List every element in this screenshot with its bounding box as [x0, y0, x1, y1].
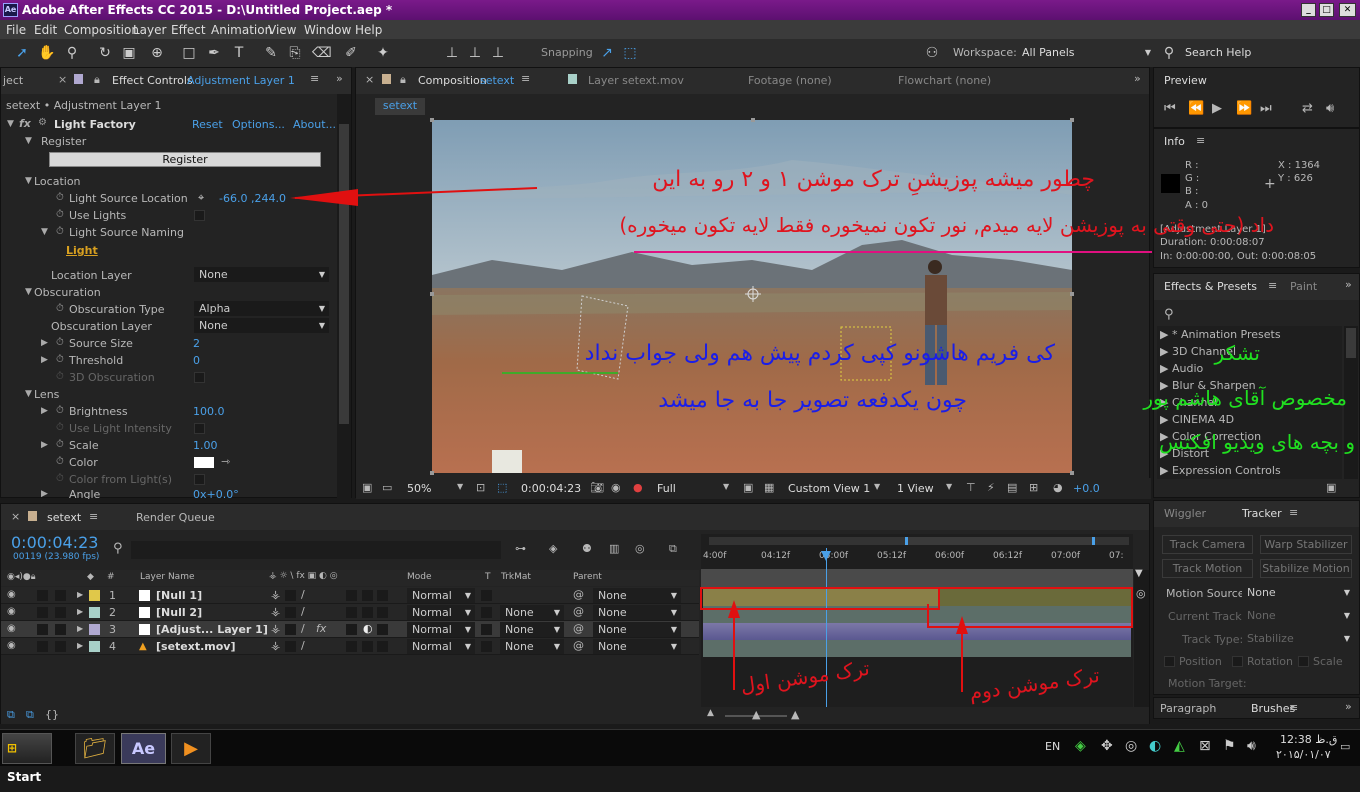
tray-icon-disc[interactable]: ◎: [1125, 738, 1137, 754]
tray-icon-flag[interactable]: ⚑: [1223, 738, 1236, 754]
annotation-question-line2: داد (حتی وقتی به پوزیشن لایه میدم, نور ت…: [619, 213, 1274, 237]
tray-icon-tools[interactable]: ✥: [1101, 738, 1113, 754]
after-effects-taskbar-icon[interactable]: Ae: [121, 733, 166, 764]
media-player-taskbar-icon[interactable]: ▶: [171, 733, 211, 764]
annotation-note-line2: چون یکدفعه تصویر جا به جا میشد: [658, 388, 967, 413]
tray-icon-app[interactable]: ◐: [1149, 738, 1161, 754]
show-desktop-icon[interactable]: ▭: [1340, 740, 1350, 753]
taskbar: ⊞ Start 📁︎ Ae ▶ EN ◈ ✥ ◎ ◐ ◭ ⊠ ⚑ 🔊︎ 12:3…: [0, 729, 1360, 784]
volume-icon[interactable]: 🔊︎: [1247, 738, 1256, 754]
annotation-thanks-line2: مخصوص آقای هاشم پور: [1143, 386, 1347, 410]
annotation-thanks: تشکر: [1214, 341, 1261, 365]
clock-date[interactable]: ۲۰۱۵/۰۱/۰۷: [1276, 748, 1331, 761]
tray-icon-network[interactable]: ◈: [1075, 738, 1086, 754]
explorer-taskbar-icon[interactable]: 📁︎: [75, 733, 115, 764]
annotation-question-line1: چطور میشه پوزیشنِ ترک موشن ۱ و ۲ رو به ا…: [652, 167, 1095, 192]
clock-time[interactable]: 12:38 ق.ظ: [1280, 733, 1337, 746]
start-button[interactable]: ⊞ Start: [2, 733, 52, 784]
annotation-thanks-line3: و بچه های ویدیو افکتس: [1159, 430, 1355, 454]
start-label: Start: [7, 770, 42, 784]
tray-icon-nvidia[interactable]: ◭: [1174, 738, 1185, 754]
windows-logo-icon: ⊞: [7, 741, 18, 755]
annotation-note-line1: کی فریم هاشونو کپی کردم پیش هم ولی جواب …: [584, 341, 1055, 366]
tray-icon-network-error[interactable]: ⊠: [1199, 738, 1211, 754]
language-indicator[interactable]: EN: [1045, 740, 1060, 753]
annotation-arrows: [290, 187, 1152, 692]
